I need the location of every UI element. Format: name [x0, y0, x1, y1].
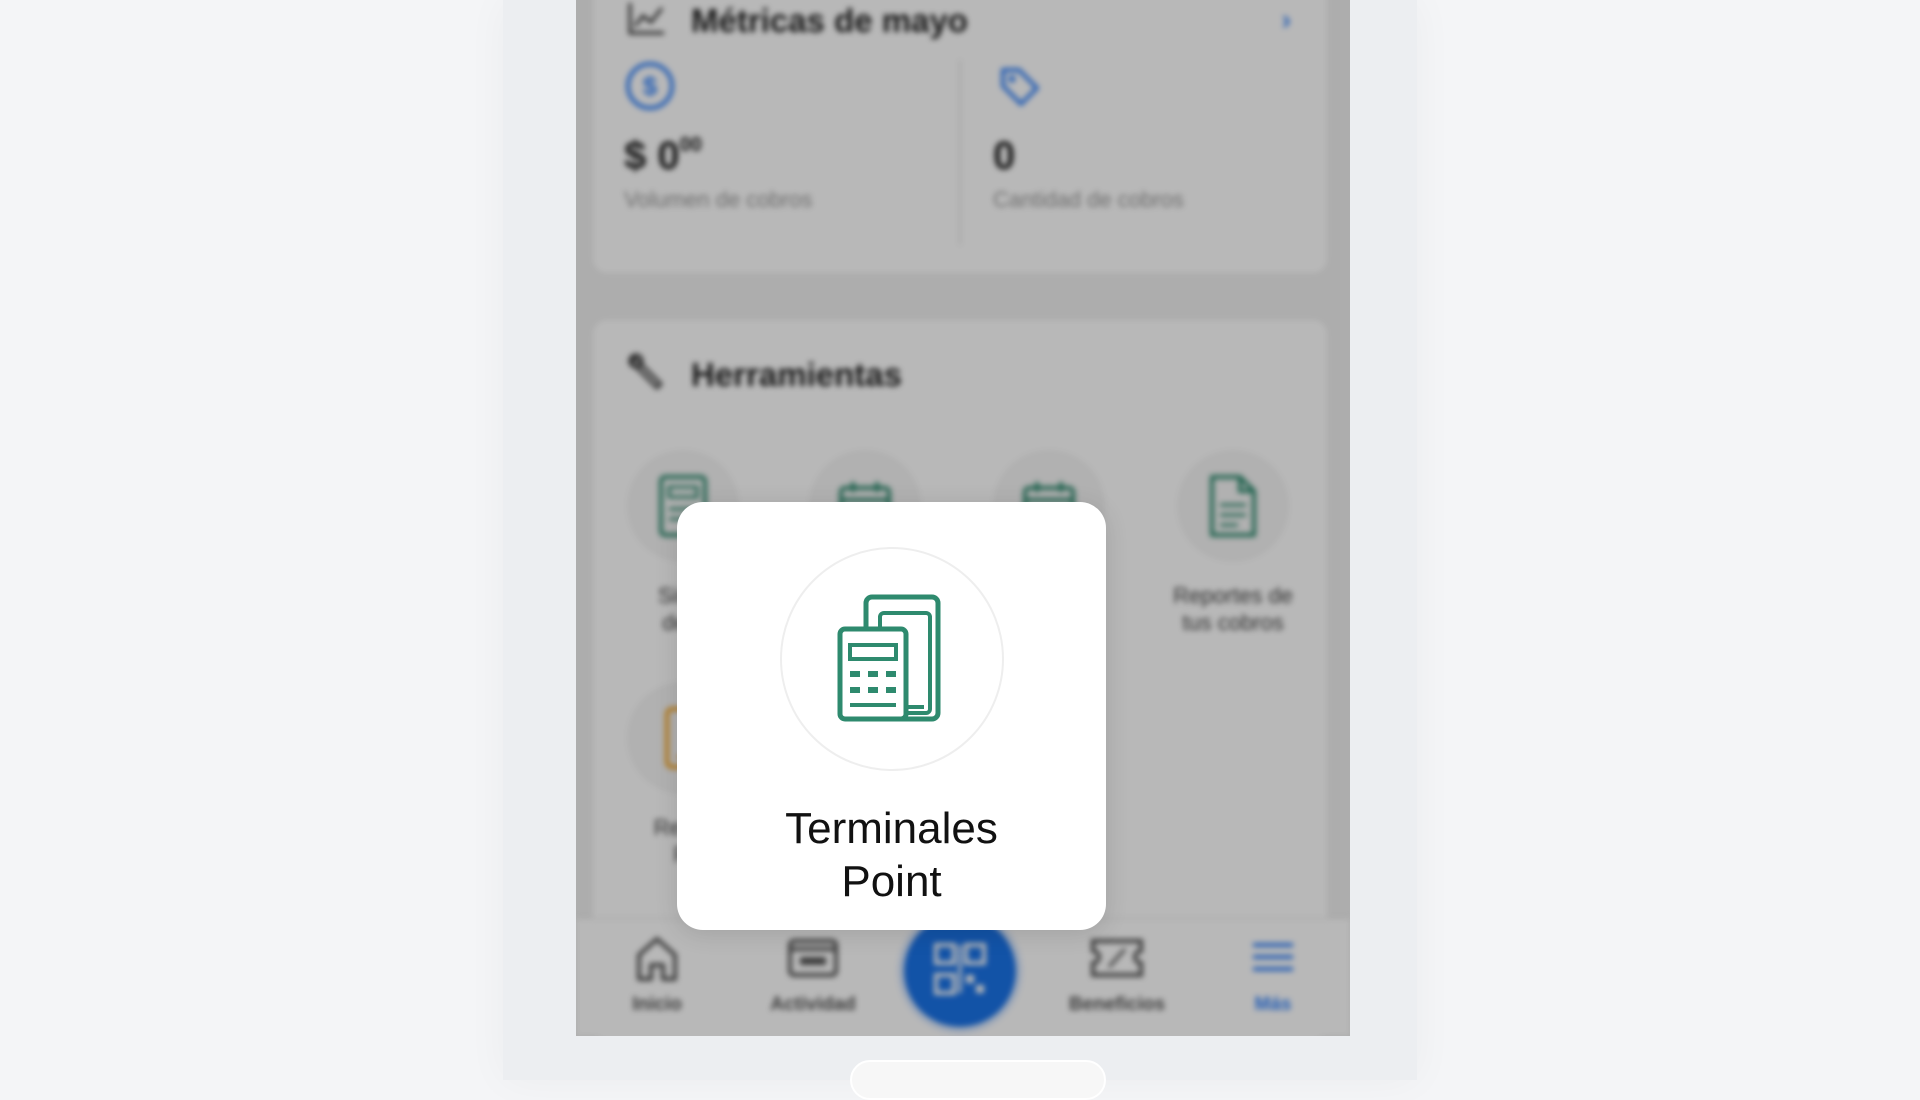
pos-terminal-icon: [834, 591, 950, 728]
popup-label-line1: Terminales: [785, 804, 998, 853]
popup-label-line2: Point: [841, 857, 942, 906]
terminales-point-popup[interactable]: Terminales Point: [677, 502, 1106, 930]
home-indicator: [850, 1060, 1106, 1100]
popup-label: Terminales Point: [677, 802, 1106, 908]
popup-icon-circle: [780, 547, 1004, 771]
